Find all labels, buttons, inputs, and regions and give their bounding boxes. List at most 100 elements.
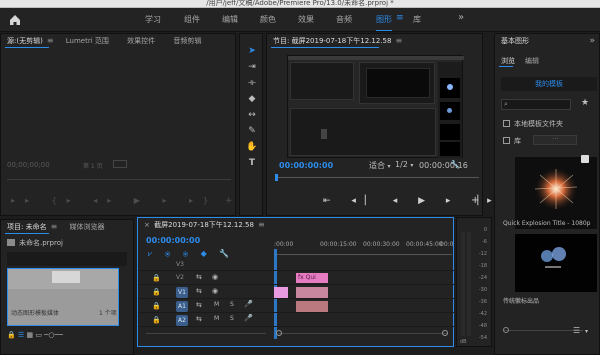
program-fit-dropdown[interactable]: 适合 ▾ bbox=[369, 160, 391, 171]
lock-icon[interactable]: 🔒 bbox=[152, 316, 161, 324]
program-resolution-dropdown[interactable]: 1/2 ▾ bbox=[395, 160, 413, 169]
program-menu-icon[interactable]: ≡ bbox=[395, 36, 402, 45]
track-a1-label[interactable]: A1 bbox=[176, 301, 188, 312]
icon-view-icon[interactable]: ▦ bbox=[26, 331, 33, 339]
workspace-audio[interactable]: 音频 bbox=[336, 14, 352, 25]
microphone-icon[interactable]: 🎤 bbox=[244, 314, 253, 322]
template-thumb-logo[interactable] bbox=[515, 234, 597, 292]
tab-effect-controls[interactable]: 效果控件 bbox=[127, 37, 155, 45]
project-search-input[interactable] bbox=[7, 252, 127, 266]
tab-project[interactable]: 项目: 未命名 bbox=[7, 223, 47, 231]
hand-tool-icon[interactable]: ✋ bbox=[246, 141, 258, 153]
source-menu-icon[interactable]: ≡ bbox=[47, 36, 54, 45]
workspace-assembly[interactable]: 组件 bbox=[184, 14, 200, 25]
sync-lock-icon[interactable]: ⇆ bbox=[196, 301, 202, 309]
program-playhead[interactable] bbox=[275, 174, 278, 181]
workspace-learn[interactable]: 学习 bbox=[145, 14, 161, 25]
timeline-scrollbar[interactable] bbox=[278, 333, 448, 334]
tab-edit[interactable]: 编辑 bbox=[525, 56, 539, 66]
solo-button[interactable]: S bbox=[230, 301, 234, 308]
library-dropdown[interactable]: ··· bbox=[533, 135, 577, 145]
razor-tool-icon[interactable]: ◆ bbox=[246, 93, 258, 105]
project-menu-icon[interactable]: ≡ bbox=[51, 222, 58, 231]
graphic-clip[interactable]: fx Qui bbox=[296, 273, 328, 283]
tab-lumetri-scopes[interactable]: Lumetri 范围 bbox=[66, 37, 109, 45]
program-title[interactable]: 节目: 截屏2019-07-18下午12.12.58 bbox=[273, 37, 391, 45]
sync-lock-icon[interactable]: ⇆ bbox=[196, 287, 202, 295]
project-item-label: 动态图形模板媒体 bbox=[11, 310, 60, 317]
track-select-tool-icon[interactable]: ⇥ bbox=[246, 61, 258, 73]
list-view-icon[interactable]: ☰ bbox=[573, 326, 580, 335]
my-templates-toggle[interactable]: 我的模板 bbox=[501, 77, 597, 91]
list-view-icon[interactable]: ☰ bbox=[18, 331, 24, 339]
tab-audio-clip-mixer[interactable]: 音频剪辑 bbox=[173, 37, 201, 45]
window-titlebar: /用户/jeff/文稿/Adobe/Premiere Pro/13.0/未命名.… bbox=[0, 0, 600, 8]
program-timecode[interactable]: 00:00:00:00 bbox=[279, 161, 333, 170]
template-search-input[interactable]: ⌕ bbox=[501, 99, 571, 110]
tab-source[interactable]: 源:(无剪辑) bbox=[7, 37, 43, 45]
type-tool-icon[interactable]: T bbox=[246, 157, 258, 169]
timeline-ruler[interactable]: :00:00 00:00:15:00 00:00:30:00 00:00:45:… bbox=[274, 241, 453, 255]
timeline-sequence-tab[interactable]: 截屏2019-07-18下午12.12.58 bbox=[154, 221, 254, 229]
home-icon[interactable] bbox=[8, 13, 22, 27]
audio-clip[interactable] bbox=[296, 301, 328, 312]
graphics-scrollbar[interactable] bbox=[503, 330, 583, 331]
zoom-slider-knob[interactable] bbox=[503, 327, 509, 333]
workspace-graphics[interactable]: 图形 bbox=[376, 14, 392, 25]
workspace-effects[interactable]: 效果 bbox=[298, 14, 314, 25]
workspace-editing[interactable]: 编辑 bbox=[222, 14, 238, 25]
template-thumb-explosion[interactable] bbox=[515, 157, 597, 229]
lock-icon[interactable]: 🔒 bbox=[152, 288, 161, 296]
star-icon[interactable]: ★ bbox=[581, 98, 589, 108]
mute-button[interactable]: M bbox=[214, 301, 219, 308]
workspace-menu-icon[interactable]: ≡ bbox=[396, 13, 404, 23]
project-item-thumbnail[interactable] bbox=[7, 268, 119, 326]
lock-icon[interactable]: 🔒 bbox=[152, 274, 161, 282]
tab-browse[interactable]: 浏览 bbox=[501, 56, 515, 66]
sync-lock-icon[interactable]: ⇆ bbox=[196, 315, 202, 323]
sync-lock-icon[interactable]: ⇆ bbox=[196, 273, 202, 281]
eye-icon[interactable]: ◉ bbox=[212, 273, 218, 281]
workspace-color[interactable]: 颜色 bbox=[260, 14, 276, 25]
video-clip[interactable] bbox=[274, 287, 288, 298]
scroll-handle-right[interactable] bbox=[442, 330, 448, 336]
eye-icon[interactable]: ◉ bbox=[212, 287, 218, 295]
template-label-logo: 传统徽标出品 bbox=[503, 298, 540, 305]
timeline-menu-icon[interactable]: ≡ bbox=[258, 220, 265, 229]
project-footer-controls[interactable]: 🔒 ☰ ▦ ▭ ─○── bbox=[7, 331, 63, 339]
workspace-libraries[interactable]: 库 bbox=[413, 14, 421, 25]
program-scrubber[interactable] bbox=[275, 177, 479, 178]
tab-media-browser[interactable]: 媒体浏览器 bbox=[70, 223, 105, 231]
project-tab-underline bbox=[5, 233, 49, 234]
track-header-scrollbar[interactable] bbox=[146, 333, 266, 334]
close-icon[interactable]: × bbox=[144, 221, 150, 229]
more-workspaces-icon[interactable]: » bbox=[458, 12, 464, 23]
microphone-icon[interactable]: 🎤 bbox=[244, 300, 253, 308]
source-transport-controls[interactable]: ▸▸ {▸ ◂▸ ▶ ▸ ▸} bbox=[11, 196, 218, 205]
solo-button[interactable]: S bbox=[230, 315, 234, 322]
lock-icon[interactable]: 🔒 bbox=[7, 331, 16, 339]
ripple-edit-tool-icon[interactable]: ⟛ bbox=[246, 77, 258, 89]
graphic-clip-v1[interactable] bbox=[296, 287, 328, 298]
freeform-view-icon[interactable]: ▭ bbox=[35, 331, 42, 339]
pen-tool-icon[interactable]: ✎ bbox=[246, 125, 258, 137]
lock-icon[interactable]: 🔒 bbox=[152, 302, 161, 310]
selection-tool-icon[interactable]: ➤ bbox=[246, 45, 258, 57]
source-scrubber[interactable] bbox=[7, 179, 231, 180]
meter-tick-42: -42 bbox=[478, 311, 487, 317]
timeline-timecode[interactable]: 00:00:00:00 bbox=[146, 236, 200, 245]
timeline-toolbar[interactable]: ⩗ ⦿ ⦿ ◆ 🔧 bbox=[148, 249, 234, 259]
slip-tool-icon[interactable]: ↔ bbox=[246, 109, 258, 121]
source-wrench-box[interactable] bbox=[113, 160, 127, 168]
mute-button[interactable]: M bbox=[214, 315, 219, 322]
track-a2-label[interactable]: A2 bbox=[176, 315, 188, 326]
chevron-down-icon[interactable]: ▾ bbox=[585, 328, 588, 335]
program-add-button[interactable]: + bbox=[471, 195, 479, 206]
scroll-handle-left[interactable] bbox=[276, 330, 282, 336]
local-templates-checkbox[interactable] bbox=[503, 120, 510, 127]
panel-expand-icon[interactable]: » bbox=[589, 34, 595, 48]
library-checkbox[interactable] bbox=[503, 137, 510, 144]
track-v1-label[interactable]: V1 bbox=[176, 287, 188, 298]
source-add-button[interactable]: + bbox=[225, 196, 233, 206]
preview-thumb-3 bbox=[440, 124, 460, 140]
